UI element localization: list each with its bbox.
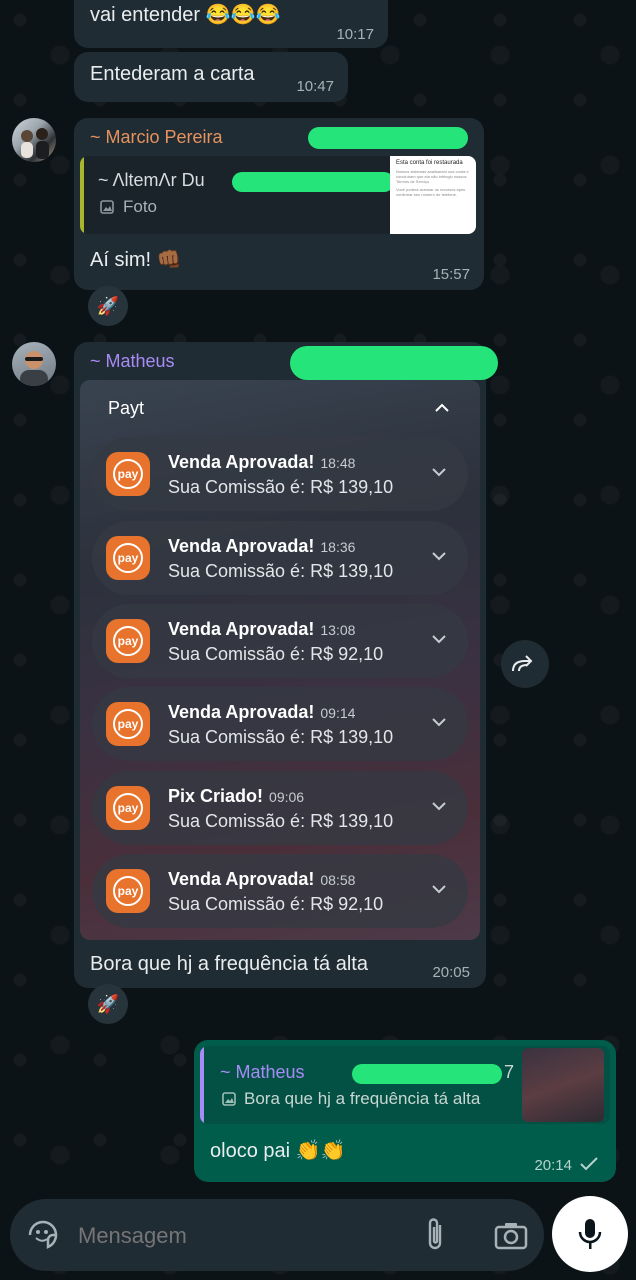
notification-body: Sua Comissão é: R$ 139,10 (168, 561, 394, 581)
message-time: 10:47 (296, 78, 334, 95)
reaction-badge[interactable]: 🚀 (88, 286, 128, 326)
notification-card[interactable]: pay Pix Criado! 09:06 Sua Comissão é: R$ … (92, 771, 468, 845)
chevron-down-icon[interactable] (430, 880, 448, 898)
rocket-icon: 🚀 (96, 295, 120, 316)
chevron-down-icon[interactable] (430, 547, 448, 565)
message-text: vai entender 😂😂😂 (90, 4, 281, 26)
sender-name[interactable]: ~ Marcio Pereira (90, 127, 223, 148)
message-time: 15:57 (432, 266, 470, 283)
quote-kind: Foto (123, 197, 158, 216)
read-check-icon (580, 1157, 598, 1171)
notification-time: 08:58 (320, 872, 356, 888)
quote-photo-icon (100, 200, 114, 214)
outgoing-message-bubble[interactable]: ~ Matheus 7 Bora que hj a frequência tá … (194, 1040, 616, 1182)
notification-card[interactable]: pay Venda Aprovada! 08:58 Sua Comissão é:… (92, 854, 468, 928)
notification-body: Sua Comissão é: R$ 139,10 (168, 811, 394, 831)
collapse-chevron-icon[interactable] (434, 400, 450, 421)
notification-title: Venda Aprovada! (168, 702, 315, 722)
quote-accent-bar (200, 1046, 204, 1124)
quoted-message[interactable]: ~ ΛltemΛr Du Foto Esta conta foi restaur… (80, 156, 476, 234)
payt-app-icon: pay (106, 619, 150, 663)
notification-card[interactable]: pay Venda Aprovada! 18:48 Sua Comissão é:… (92, 437, 468, 511)
quoted-message[interactable]: ~ Matheus 7 Bora que hj a frequência tá … (200, 1046, 610, 1124)
redacted-phone (232, 172, 394, 192)
rocket-icon: 🚀 (96, 993, 120, 1014)
forward-icon (512, 655, 533, 672)
avatar-matheus[interactable] (12, 342, 56, 386)
sticker-icon[interactable] (26, 1218, 60, 1252)
notification-body: Sua Comissão é: R$ 92,10 (168, 644, 384, 664)
voice-record-button[interactable] (552, 1196, 628, 1272)
app-name: Payt (108, 398, 145, 418)
message-composer[interactable] (10, 1199, 544, 1271)
thumbnail-line: Nossos sistemas analisaram sua conta e c… (396, 169, 469, 184)
notification-time: 09:14 (320, 705, 356, 721)
redacted-phone (290, 346, 498, 380)
message-time: 10:17 (336, 26, 374, 43)
payt-app-icon: pay (106, 702, 150, 746)
thumbnail-title: Esta conta foi restaurada (396, 160, 463, 166)
notification-group-title: Payt (108, 398, 144, 419)
quote-photo-icon (222, 1092, 236, 1111)
notification-title: Venda Aprovada! (168, 452, 315, 472)
message-text: Bora que hj a frequência tá alta (90, 953, 368, 975)
quote-accent-bar (80, 156, 84, 234)
message-text: oloco pai 👏👏 (210, 1140, 346, 1162)
chevron-down-icon[interactable] (430, 630, 448, 648)
payt-app-icon: pay (106, 536, 150, 580)
notification-title: Venda Aprovada! (168, 869, 315, 889)
quote-thumbnail: Esta conta foi restaurada Nossos sistema… (390, 156, 476, 234)
reaction-badge[interactable]: 🚀 (88, 984, 128, 1024)
payt-app-icon: pay (106, 452, 150, 496)
sender-name[interactable]: ~ Matheus (90, 351, 175, 372)
notification-card[interactable]: pay Venda Aprovada! 18:36 Sua Comissão é:… (92, 521, 468, 595)
avatar-marcio[interactable] (12, 118, 56, 162)
chevron-down-icon[interactable] (430, 713, 448, 731)
avatar-photo-icon (21, 128, 49, 159)
forward-button[interactable] (501, 640, 549, 688)
payt-app-icon: pay (106, 869, 150, 913)
quote-sender: ~ Matheus (220, 1062, 305, 1082)
notification-time: 18:36 (320, 539, 356, 555)
camera-icon[interactable] (494, 1221, 528, 1251)
notification-title: Pix Criado! (168, 786, 264, 806)
avatar-photo-icon (20, 351, 48, 386)
chevron-down-icon[interactable] (430, 463, 448, 481)
quote-text: Bora que hj a frequência tá alta (244, 1089, 481, 1108)
redacted-phone (352, 1064, 502, 1084)
payt-app-icon: pay (106, 786, 150, 830)
notification-title: Venda Aprovada! (168, 619, 315, 639)
notification-time: 18:48 (320, 455, 356, 471)
notification-body: Sua Comissão é: R$ 139,10 (168, 477, 394, 497)
redacted-phone (308, 127, 468, 149)
message-time: 20:14 (534, 1157, 572, 1174)
thumbnail-line: Você poderá acessar os recursos após con… (396, 187, 466, 197)
quote-sender: ~ ΛltemΛr Du (98, 170, 205, 190)
message-input[interactable] (76, 1217, 380, 1255)
microphone-icon (578, 1219, 602, 1249)
attach-icon[interactable] (424, 1217, 448, 1253)
notification-title: Venda Aprovada! (168, 536, 315, 556)
message-bubble[interactable]: ~ Marcio Pereira ~ ΛltemΛr Du Foto Esta … (74, 118, 484, 290)
message-bubble[interactable]: Entederam a carta 10:47 (74, 52, 348, 102)
notification-time: 09:06 (269, 789, 305, 805)
chevron-down-icon[interactable] (430, 797, 448, 815)
quote-number-tail: 7 (504, 1062, 515, 1082)
message-bubble[interactable]: vai entender 😂😂😂 10:17 (74, 0, 388, 48)
notification-body: Sua Comissão é: R$ 92,10 (168, 894, 384, 914)
message-time: 20:05 (432, 964, 470, 981)
notification-card[interactable]: pay Venda Aprovada! 13:08 Sua Comissão é:… (92, 604, 468, 678)
notification-card[interactable]: pay Venda Aprovada! 09:14 Sua Comissão é:… (92, 687, 468, 761)
message-text: Entederam a carta (90, 63, 255, 85)
notification-time: 13:08 (320, 622, 356, 638)
message-text: Aí sim! 👊🏾 (90, 249, 182, 271)
notification-body: Sua Comissão é: R$ 139,10 (168, 727, 394, 747)
quote-thumbnail (522, 1048, 604, 1122)
